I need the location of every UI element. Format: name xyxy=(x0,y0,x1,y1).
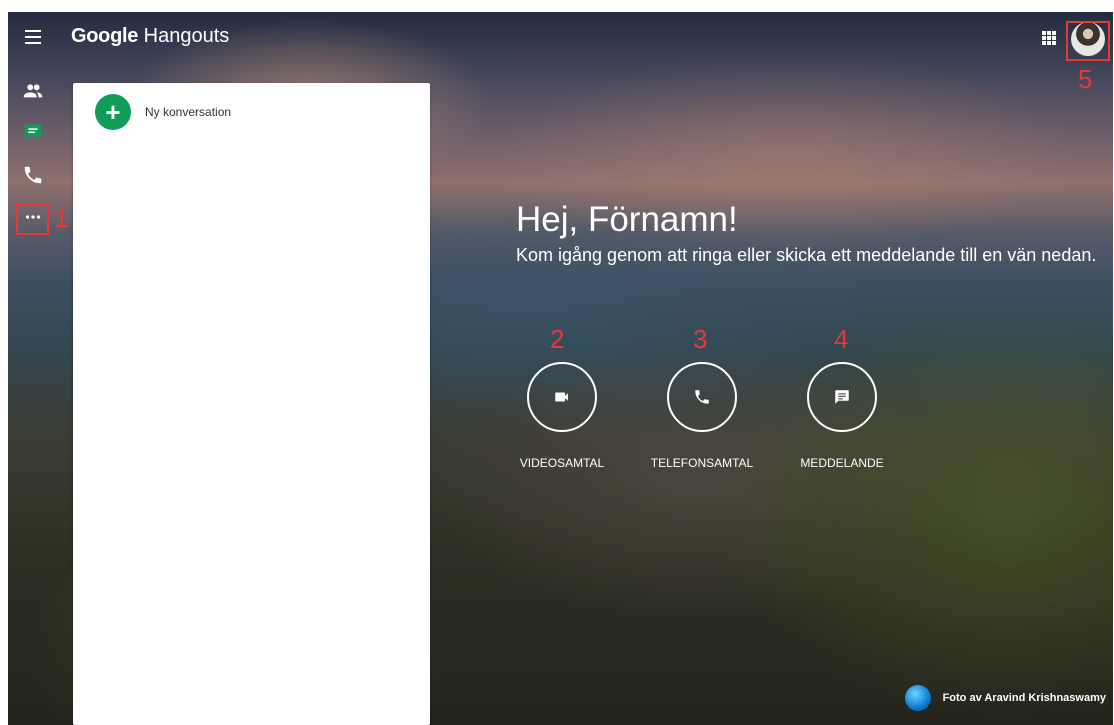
annotation-box-1 xyxy=(16,203,49,235)
annotation-marker-1: 1 xyxy=(54,203,69,233)
annotation-marker-4: 4 xyxy=(834,324,849,354)
message-button[interactable]: MEDDELANDE xyxy=(772,362,912,470)
annotation-marker-3: 3 xyxy=(693,324,708,354)
phone-icon xyxy=(24,166,42,184)
apps-grid-icon[interactable] xyxy=(1042,31,1056,45)
top-bar: Google Hangouts xyxy=(8,12,1113,64)
logo-product: Hangouts xyxy=(143,25,230,47)
photo-credit-text: Foto av Aravind Krishnaswamy xyxy=(942,692,1106,704)
sidebar-item-phone-calls[interactable] xyxy=(22,164,44,186)
photo-credit[interactable]: Foto av Aravind Krishnaswamy xyxy=(904,685,1106,711)
annotation-marker-2: 2 xyxy=(550,324,565,354)
message-circle xyxy=(807,362,877,432)
video-camera-icon xyxy=(555,392,568,402)
plus-icon: + xyxy=(95,94,131,130)
sidebar-item-conversations[interactable] xyxy=(22,121,44,143)
globe-icon xyxy=(904,685,931,711)
hamburger-menu-icon[interactable] xyxy=(25,30,41,44)
phone-call-button[interactable]: TELEFONSAMTAL xyxy=(632,362,772,470)
phone-call-label: TELEFONSAMTAL xyxy=(650,456,754,470)
video-call-button[interactable]: VIDEOSAMTAL xyxy=(492,362,632,470)
annotation-box-5 xyxy=(1066,21,1110,61)
greeting-block: Hej, Förnamn! Kom igång genom att ringa … xyxy=(516,200,1101,266)
greeting-title: Hej, Förnamn! xyxy=(516,200,738,239)
new-conversation-button[interactable]: + Ny konversation xyxy=(95,94,231,130)
people-icon xyxy=(23,84,43,98)
greeting-subtitle: Kom igång genom att ringa eller skicka e… xyxy=(516,245,1097,265)
video-call-label: VIDEOSAMTAL xyxy=(519,456,605,470)
video-call-circle xyxy=(527,362,597,432)
message-label: MEDDELANDE xyxy=(800,456,884,470)
phone-call-circle xyxy=(667,362,737,432)
new-conversation-label: Ny konversation xyxy=(145,105,232,119)
conversation-panel: + Ny konversation xyxy=(73,83,430,725)
phone-icon xyxy=(695,390,709,404)
sidebar-item-contacts[interactable] xyxy=(22,80,44,102)
message-icon xyxy=(835,390,849,404)
chat-icon xyxy=(24,124,42,141)
logo-brand: Google xyxy=(71,25,139,47)
annotation-marker-5: 5 xyxy=(1078,64,1093,94)
app-logo[interactable]: Google Hangouts xyxy=(71,25,229,48)
